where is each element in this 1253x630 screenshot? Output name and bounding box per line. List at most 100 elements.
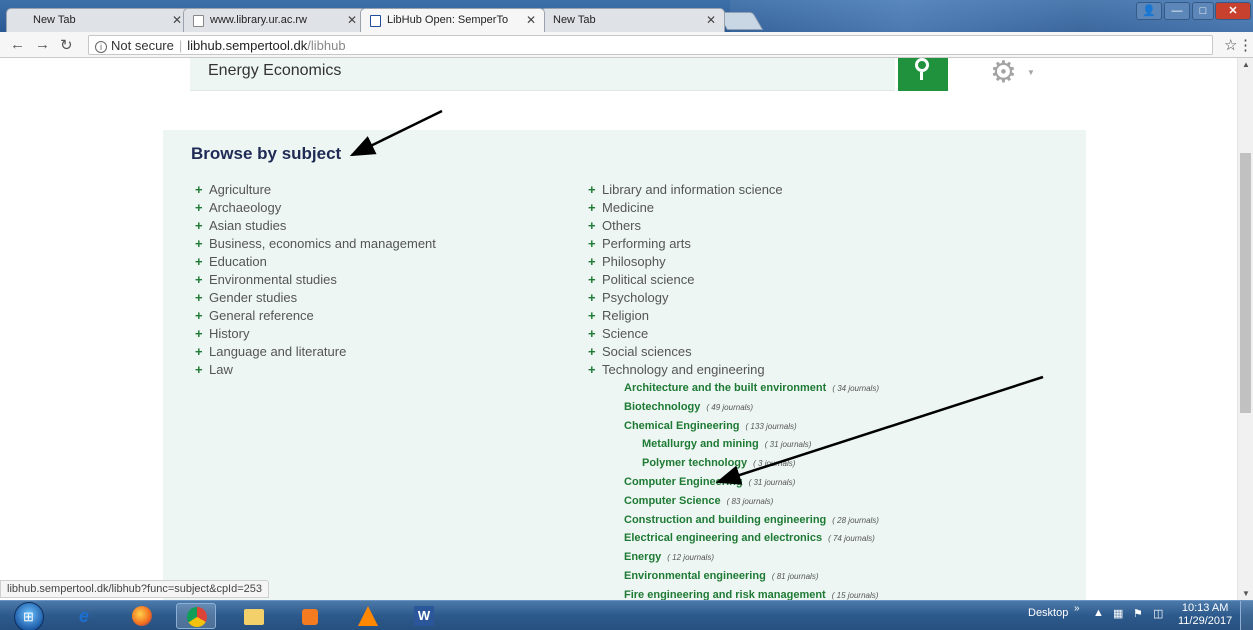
subcategory-link[interactable]: Computer Science — [624, 495, 721, 507]
subject-item[interactable]: + History — [195, 325, 436, 343]
expand-icon[interactable]: + — [195, 217, 209, 235]
subject-item[interactable]: + Political science — [588, 271, 783, 289]
subcategory-link[interactable]: Polymer technology — [642, 457, 747, 469]
subject-label[interactable]: Psychology — [602, 290, 668, 305]
media-player-button[interactable] — [290, 603, 330, 629]
back-arrow-icon[interactable]: ← — [10, 36, 25, 53]
tab-libhub[interactable]: LibHub Open: SemperTo ✕ — [360, 8, 545, 32]
subject-item[interactable]: + Agriculture — [195, 181, 436, 199]
scroll-thumb[interactable] — [1240, 153, 1251, 413]
subject-label[interactable]: Archaeology — [209, 200, 281, 215]
subcategory-link[interactable]: Biotechnology — [624, 401, 700, 413]
subcategory-item[interactable]: Energy ( 12 journals) — [624, 547, 879, 566]
user-profile-button[interactable]: 👤 — [1136, 2, 1162, 20]
subcategory-link[interactable]: Computer Engineering — [624, 476, 743, 488]
subcategory-item[interactable]: Computer Engineering ( 31 journals) — [624, 472, 879, 491]
system-clock[interactable]: 10:13 AM 11/29/2017 — [1178, 602, 1232, 628]
tab-new-tab-2[interactable]: New Tab ✕ — [540, 8, 725, 32]
subject-label[interactable]: Agriculture — [209, 182, 271, 197]
gear-icon[interactable]: ⚙ — [990, 58, 1017, 88]
subcategory-link[interactable]: Metallurgy and mining — [642, 438, 759, 450]
subject-item[interactable]: + Science — [588, 325, 783, 343]
expand-icon[interactable]: + — [195, 325, 209, 343]
subcategory-item[interactable]: Architecture and the built environment ( … — [624, 378, 879, 397]
page-scrollbar[interactable]: ▲ ▼ — [1237, 58, 1253, 600]
subject-item[interactable]: + Social sciences — [588, 343, 783, 361]
subject-label[interactable]: Gender studies — [209, 290, 297, 305]
tray-expand-icon[interactable]: ▲ — [1093, 607, 1104, 619]
expand-icon[interactable]: + — [588, 361, 602, 379]
chrome-button[interactable] — [176, 603, 216, 629]
subject-item[interactable]: + Law — [195, 361, 436, 379]
subcategory-item[interactable]: Electrical engineering and electronics ( … — [624, 528, 879, 547]
scroll-down-icon[interactable]: ▼ — [1242, 589, 1250, 598]
subject-label[interactable]: Philosophy — [602, 254, 666, 269]
subcategory-item[interactable]: Computer Science ( 83 journals) — [624, 491, 879, 510]
expand-icon[interactable]: + — [588, 217, 602, 235]
subject-item[interactable]: + Education — [195, 253, 436, 271]
subcategory-link[interactable]: Energy — [624, 551, 661, 563]
action-center-flag-icon[interactable]: ⚑ — [1133, 607, 1143, 620]
subject-label[interactable]: Others — [602, 218, 641, 233]
address-bar[interactable]: i Not secure | libhub.sempertool.dk/libhub — [88, 35, 1213, 55]
internet-explorer-button[interactable]: e — [64, 603, 104, 629]
subject-label[interactable]: Education — [209, 254, 267, 269]
subcategory-link[interactable]: Fire engineering and risk management — [624, 589, 826, 600]
reload-icon[interactable]: ↻ — [60, 36, 73, 54]
expand-icon[interactable]: + — [195, 289, 209, 307]
expand-icon[interactable]: + — [195, 235, 209, 253]
subcategory-item[interactable]: Construction and building engineering ( 2… — [624, 510, 879, 529]
subcategory-item[interactable]: Chemical Engineering ( 133 journals) — [624, 416, 879, 435]
subcategory-link[interactable]: Architecture and the built environment — [624, 382, 826, 394]
expand-icon[interactable]: + — [588, 235, 602, 253]
subcategory-link[interactable]: Electrical engineering and electronics — [624, 532, 822, 544]
subject-label[interactable]: General reference — [209, 308, 314, 323]
subject-label[interactable]: Business, economics and management — [209, 236, 436, 251]
subject-label[interactable]: Religion — [602, 308, 649, 323]
maximize-button[interactable]: □ — [1192, 2, 1214, 20]
close-tab-icon[interactable]: ✕ — [347, 13, 357, 27]
toolbar-expand-icon[interactable]: » — [1074, 603, 1080, 614]
subject-item[interactable]: + Medicine — [588, 199, 783, 217]
expand-icon[interactable]: + — [195, 271, 209, 289]
subcategory-link[interactable]: Environmental engineering — [624, 570, 766, 582]
subject-item[interactable]: + Archaeology — [195, 199, 436, 217]
subject-item[interactable]: + Language and literature — [195, 343, 436, 361]
chevron-down-icon[interactable]: ▼ — [1027, 68, 1035, 77]
bookmark-star-icon[interactable]: ☆ — [1224, 36, 1237, 54]
subject-label[interactable]: Medicine — [602, 200, 654, 215]
search-button[interactable] — [898, 58, 948, 91]
subject-label[interactable]: Performing arts — [602, 236, 691, 251]
close-tab-icon[interactable]: ✕ — [526, 13, 536, 27]
expand-icon[interactable]: + — [588, 325, 602, 343]
expand-icon[interactable]: + — [588, 199, 602, 217]
subject-item[interactable]: + General reference — [195, 307, 436, 325]
vlc-button[interactable] — [348, 603, 388, 629]
subject-label[interactable]: Political science — [602, 272, 695, 287]
expand-icon[interactable]: + — [195, 253, 209, 271]
tab-library-ur[interactable]: www.library.ur.ac.rw ✕ — [183, 8, 366, 32]
tab-new-tab-1[interactable]: New Tab ✕ — [6, 8, 191, 32]
subcategory-item[interactable]: Metallurgy and mining ( 31 journals) — [624, 434, 879, 453]
subject-item[interactable]: + Others — [588, 217, 783, 235]
expand-icon[interactable]: + — [588, 271, 602, 289]
scroll-up-icon[interactable]: ▲ — [1242, 60, 1250, 69]
subject-label[interactable]: Asian studies — [209, 218, 286, 233]
subcategory-link[interactable]: Construction and building engineering — [624, 514, 826, 526]
subcategory-item[interactable]: Biotechnology ( 49 journals) — [624, 397, 879, 416]
firefox-button[interactable] — [122, 603, 162, 629]
subject-item[interactable]: + Asian studies — [195, 217, 436, 235]
search-input[interactable]: Energy Economics — [190, 58, 895, 91]
show-desktop-button[interactable] — [1240, 601, 1253, 630]
expand-icon[interactable]: + — [588, 253, 602, 271]
subject-item[interactable]: + Business, economics and management — [195, 235, 436, 253]
subcategory-item[interactable]: Polymer technology ( 3 journals) — [624, 453, 879, 472]
subject-item[interactable]: + Library and information science — [588, 181, 783, 199]
forward-arrow-icon[interactable]: → — [35, 36, 50, 53]
network-icon[interactable]: ▦ — [1113, 607, 1123, 620]
expand-icon[interactable]: + — [588, 181, 602, 199]
volume-icon[interactable]: ◫ — [1153, 607, 1163, 620]
expand-icon[interactable]: + — [195, 307, 209, 325]
subject-label[interactable]: Environmental studies — [209, 272, 337, 287]
expand-icon[interactable]: + — [195, 361, 209, 379]
